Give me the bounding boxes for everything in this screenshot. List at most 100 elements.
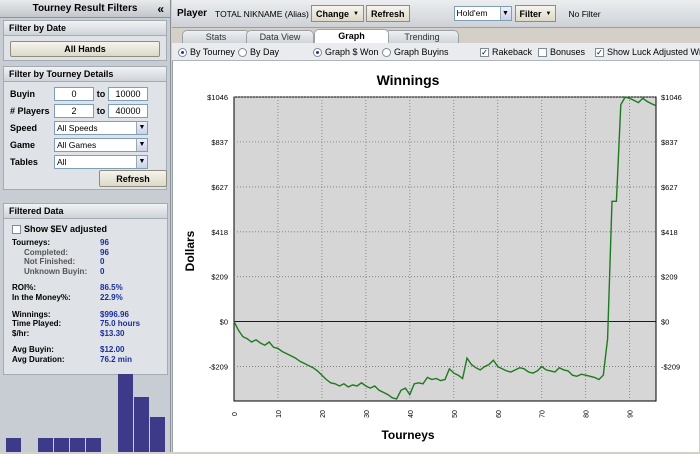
chart-title: Winnings — [377, 72, 440, 88]
luck-checkbox[interactable]: ✓ — [595, 47, 604, 57]
graph-buyins-option[interactable]: Graph Buyins — [382, 47, 449, 57]
y-tick-label-left: $1046 — [207, 93, 228, 102]
histogram-bar — [38, 437, 53, 452]
x-tick-label: 20 — [320, 410, 327, 418]
x-tick-label: 10 — [276, 410, 283, 418]
filter-label: Filter — [519, 8, 542, 19]
luck-option[interactable]: ✓ Show Luck Adjusted Win — [595, 47, 700, 57]
tab-data-view[interactable]: Data View — [246, 30, 314, 43]
histogram-bar — [134, 397, 149, 452]
stat-value: 86.5% — [100, 283, 123, 293]
x-axis-label: Tourneys — [381, 428, 434, 442]
stat-key: Avg Duration: — [12, 354, 65, 364]
buyin-to-label: to — [96, 88, 106, 99]
y-tick-label-right: $209 — [661, 273, 678, 282]
x-tick-label: 50 — [452, 410, 459, 418]
game-select[interactable]: All Games ▼ — [54, 137, 148, 152]
bonuses-option[interactable]: Bonuses — [538, 47, 585, 57]
chevron-down-icon[interactable]: ▼ — [136, 155, 147, 168]
by-day-radio[interactable] — [238, 47, 247, 57]
histogram-bar — [118, 374, 133, 452]
game-row: Game All Games ▼ — [4, 136, 166, 153]
sidebar-title: Tourney Result Filters — [32, 3, 138, 14]
y-tick-label-left: $627 — [211, 183, 228, 192]
y-tick-label-right: $418 — [661, 228, 678, 237]
tables-select[interactable]: All ▼ — [54, 154, 148, 169]
graph-buyins-radio[interactable] — [382, 47, 391, 57]
buyin-label: Buyin — [10, 88, 36, 99]
refresh-button[interactable]: Refresh — [366, 5, 410, 22]
players-min-input[interactable]: 2 — [54, 103, 94, 118]
rakeback-checkbox[interactable]: ✓ — [480, 47, 489, 57]
y-tick-label-left: $0 — [220, 318, 228, 327]
change-label: Change — [316, 8, 350, 19]
x-tick-label: 70 — [540, 410, 547, 418]
graph-won-option[interactable]: Graph $ Won — [313, 47, 378, 57]
stat-row: ROI%: 86.5% — [12, 283, 159, 293]
sidebar-titlebar: Tourney Result Filters « — [0, 0, 170, 18]
stat-key: ROI%: — [12, 283, 36, 293]
x-tick-label: 80 — [584, 410, 591, 418]
by-day-label: By Day — [250, 47, 280, 57]
stat-row: Tourneys: 96 — [12, 238, 159, 248]
players-max-input[interactable]: 40000 — [108, 103, 148, 118]
filtered-data-header: Filtered Data — [4, 204, 167, 219]
graph-won-label: Graph $ Won — [325, 47, 379, 57]
histogram-bar — [86, 437, 101, 452]
tab-trending[interactable]: Trending — [385, 30, 459, 43]
rakeback-option[interactable]: ✓ Rakeback — [480, 47, 532, 57]
y-tick-label-right: $0 — [661, 318, 669, 327]
players-row: # Players 2 to 40000 — [4, 102, 166, 119]
buyin-row: Buyin 0 to 10000 — [4, 85, 166, 102]
change-button[interactable]: Change ▼ — [311, 5, 364, 22]
sidebar-refresh-button[interactable]: Refresh — [99, 170, 167, 187]
speed-label: Speed — [10, 122, 38, 133]
filtered-data-group: Filtered Data Show $EV adjusted Tourneys… — [3, 203, 168, 375]
stat-row: Time Played: 75.0 hours — [12, 319, 159, 329]
filter-by-date-header: Filter by Date — [4, 21, 166, 36]
stat-key: Unknown Buyin: — [24, 266, 88, 276]
chevron-down-icon[interactable]: ▼ — [136, 121, 147, 134]
stat-value: 0 — [100, 257, 105, 267]
game-type-select[interactable]: Hold'em ▼ — [453, 6, 512, 21]
x-tick-label: 0 — [232, 412, 239, 416]
main-panel: Player TOTAL NIKNAME (Alias) Change ▼ Re… — [172, 0, 700, 452]
game-type-value: Hold'em — [456, 8, 488, 18]
stats-gap — [12, 338, 159, 345]
graph-won-radio[interactable] — [313, 47, 322, 57]
chevron-down-icon[interactable]: ▼ — [136, 138, 147, 151]
filter-button[interactable]: Filter ▼ — [514, 5, 557, 22]
y-tick-label-right: $1046 — [661, 93, 682, 102]
all-hands-button[interactable]: All Hands — [10, 41, 160, 57]
by-tourney-option[interactable]: By Tourney — [178, 47, 235, 57]
histogram-bar — [54, 437, 69, 452]
buyin-max-input[interactable]: 10000 — [108, 86, 148, 101]
tab-stats[interactable]: Stats — [182, 30, 250, 43]
stat-value: 22.9% — [100, 292, 123, 302]
buyin-min-input[interactable]: 0 — [54, 86, 94, 101]
y-tick-label-right: -$209 — [661, 362, 680, 371]
y-tick-label-left: $209 — [211, 273, 228, 282]
x-tick-label: 60 — [496, 410, 503, 418]
tab-graph[interactable]: Graph — [314, 29, 389, 43]
tables-value: All — [57, 156, 67, 167]
chevron-down-icon[interactable]: ▼ — [499, 7, 511, 20]
y-tick-label-left: -$209 — [209, 362, 228, 371]
collapse-icon[interactable]: « — [157, 0, 164, 18]
by-day-option[interactable]: By Day — [238, 47, 279, 57]
ev-label: Show $EV adjusted — [24, 224, 108, 234]
histogram — [0, 372, 171, 452]
stat-value: $996.96 — [100, 309, 129, 319]
by-tourney-radio[interactable] — [178, 47, 187, 57]
speed-row: Speed All Speeds ▼ — [4, 119, 166, 136]
chevron-down-icon: ▼ — [545, 10, 552, 17]
stat-key: In the Money%: — [12, 292, 71, 302]
stat-value: 75.0 hours — [100, 319, 141, 329]
speed-select[interactable]: All Speeds ▼ — [54, 120, 148, 135]
y-tick-label-left: $418 — [211, 228, 228, 237]
stat-row: $/hr: $13.30 — [12, 329, 159, 339]
ev-checkbox[interactable] — [12, 224, 21, 234]
y-tick-label-right: $837 — [661, 138, 678, 147]
by-tourney-label: By Tourney — [190, 47, 235, 57]
bonuses-checkbox[interactable] — [538, 47, 547, 57]
